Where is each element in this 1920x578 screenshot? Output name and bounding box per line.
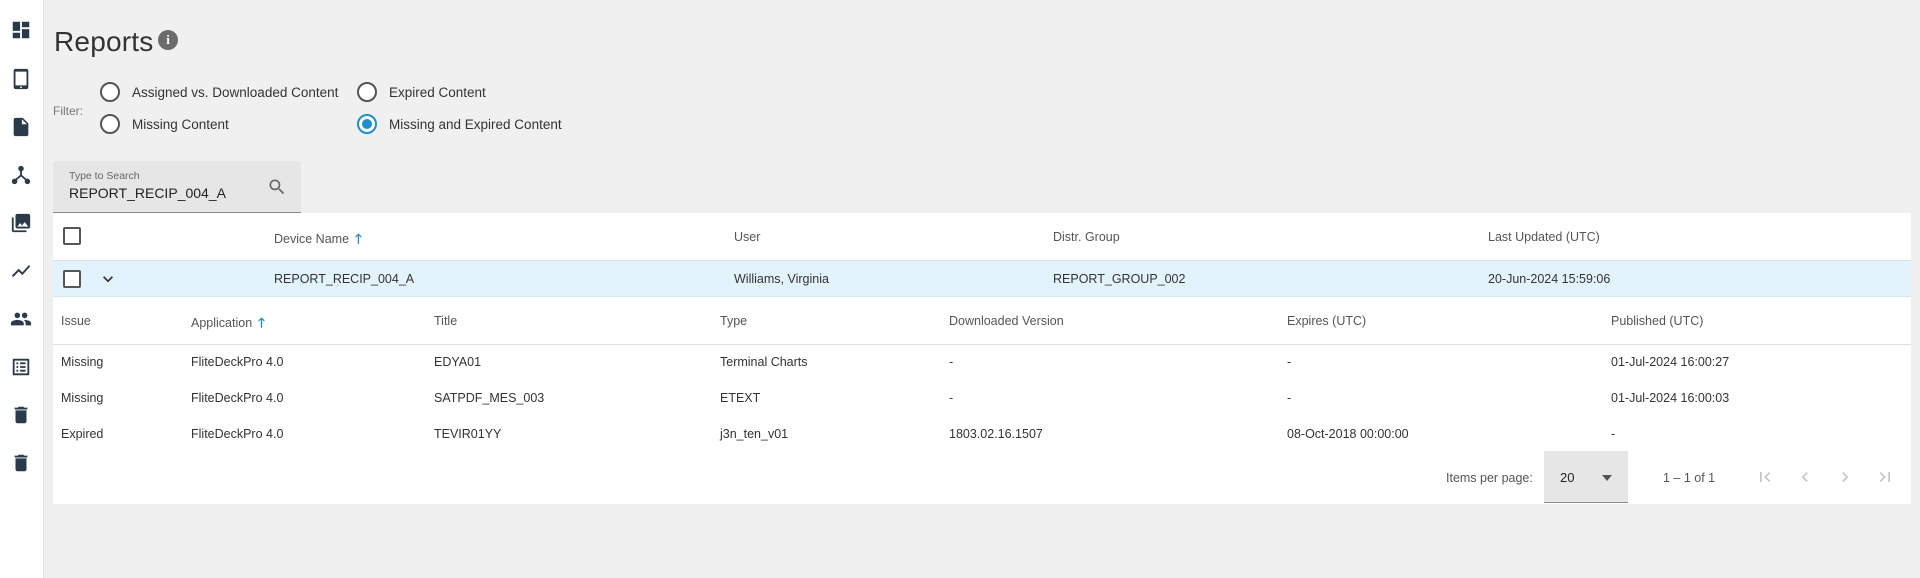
radio-circle[interactable] (357, 82, 377, 102)
first-page-icon[interactable] (1753, 465, 1777, 489)
next-page-icon[interactable] (1833, 465, 1857, 489)
items-per-page-label: Items per page: (1446, 471, 1533, 485)
trash-icon[interactable] (8, 450, 34, 476)
expires-cell: 08-Oct-2018 00:00:00 (1287, 427, 1409, 441)
filter-label: Filter: (53, 104, 83, 118)
detail-row: Expired FliteDeckPro 4.0 TEVIR01YY j3n_t… (53, 417, 1911, 453)
detail-row: Missing FliteDeckPro 4.0 SATPDF_MES_003 … (53, 381, 1911, 417)
photo-library-icon[interactable] (8, 210, 34, 236)
type-cell: j3n_ten_v01 (720, 427, 789, 441)
search-field[interactable]: Type to Search (53, 161, 301, 213)
expires-cell: - (1287, 391, 1292, 405)
filter-option-expired[interactable]: Expired Content (357, 82, 486, 102)
user-cell: Williams, Virginia (734, 272, 829, 286)
items-per-page-value: 20 (1560, 470, 1575, 485)
issue-cell: Missing (61, 391, 104, 405)
filter-option-assigned-vs-downloaded[interactable]: Assigned vs. Downloaded Content (100, 82, 338, 102)
tablet-icon[interactable] (8, 66, 34, 92)
column-header-label: Application (191, 316, 253, 330)
type-cell: ETEXT (720, 391, 761, 405)
radio-label: Missing and Expired Content (389, 116, 562, 132)
paginator: Items per page: 20 1 – 1 of 1 (53, 451, 1911, 504)
column-header-application[interactable]: Application 🡑 (191, 314, 265, 336)
type-cell: Terminal Charts (720, 355, 808, 369)
search-caption: Type to Search (69, 170, 140, 182)
column-header-published[interactable]: Published (UTC) (1611, 314, 1703, 328)
people-icon[interactable] (8, 306, 34, 332)
radio-circle[interactable] (100, 114, 120, 134)
published-cell: 01-Jul-2024 16:00:27 (1611, 355, 1730, 369)
device-name-cell: REPORT_RECIP_004_A (274, 272, 415, 286)
last-updated-cell: 20-Jun-2024 15:59:06 (1488, 272, 1611, 286)
report-table: Device Name 🡑 User Distr. Group Last Upda… (53, 213, 1911, 504)
application-cell: FliteDeckPro 4.0 (191, 355, 284, 369)
radio-circle[interactable] (100, 82, 120, 102)
page-range-label: 1 – 1 of 1 (1663, 471, 1716, 485)
column-header-last-updated[interactable]: Last Updated (UTC) (1488, 230, 1600, 244)
title-cell: SATPDF_MES_003 (434, 391, 545, 405)
dashboard-icon[interactable] (8, 17, 34, 43)
info-icon[interactable]: i (158, 30, 178, 50)
column-header-distr-group[interactable]: Distr. Group (1053, 230, 1120, 244)
issue-cell: Missing (61, 355, 104, 369)
radio-label: Missing Content (132, 116, 229, 132)
detail-header-row: Issue Application 🡑 Title Type Downloaded… (53, 297, 1911, 345)
sort-ascending-icon: 🡑 (258, 315, 265, 330)
select-all-checkbox[interactable] (63, 227, 81, 245)
application-cell: FliteDeckPro 4.0 (191, 391, 284, 405)
published-cell: 01-Jul-2024 16:00:03 (1611, 391, 1730, 405)
list-alt-icon[interactable] (8, 354, 34, 380)
title-cell: TEVIR01YY (434, 427, 502, 441)
table-header-row: Device Name 🡑 User Distr. Group Last Upda… (53, 213, 1911, 261)
radio-circle[interactable] (357, 114, 377, 134)
column-header-issue[interactable]: Issue (61, 314, 91, 328)
last-page-icon[interactable] (1873, 465, 1897, 489)
column-header-expires[interactable]: Expires (UTC) (1287, 314, 1366, 328)
column-header-type[interactable]: Type (720, 314, 747, 328)
downloaded-version-cell: - (949, 355, 954, 369)
trending-icon[interactable] (8, 258, 34, 284)
expires-cell: - (1287, 355, 1292, 369)
detail-row: Missing FliteDeckPro 4.0 EDYA01 Terminal… (53, 345, 1911, 381)
distr-group-cell: REPORT_GROUP_002 (1053, 272, 1186, 286)
nav-rail (0, 0, 44, 578)
filter-option-missing[interactable]: Missing Content (100, 114, 229, 134)
filter-option-missing-and-expired[interactable]: Missing and Expired Content (357, 114, 562, 134)
radio-label: Assigned vs. Downloaded Content (132, 84, 339, 100)
items-per-page-select[interactable]: 20 (1544, 451, 1628, 503)
downloaded-version-cell: 1803.02.16.1507 (949, 427, 1043, 441)
hierarchy-icon[interactable] (8, 162, 34, 188)
chevron-down-icon[interactable] (98, 269, 118, 289)
radio-label: Expired Content (389, 84, 486, 100)
downloaded-version-cell: - (949, 391, 954, 405)
title-cell: EDYA01 (434, 355, 482, 369)
trash-icon[interactable] (8, 402, 34, 428)
previous-page-icon[interactable] (1793, 465, 1817, 489)
sort-ascending-icon: 🡑 (355, 231, 362, 246)
column-header-user[interactable]: User (734, 230, 760, 244)
column-header-label: Device Name (274, 232, 350, 246)
column-header-title[interactable]: Title (434, 314, 457, 328)
issue-cell: Expired (61, 427, 104, 441)
published-cell: - (1611, 427, 1616, 441)
document-icon[interactable] (8, 114, 34, 140)
table-row[interactable]: REPORT_RECIP_004_A Williams, Virginia RE… (53, 261, 1911, 297)
column-header-downloaded-version[interactable]: Downloaded Version (949, 314, 1064, 328)
row-checkbox[interactable] (63, 270, 81, 288)
column-header-device-name[interactable]: Device Name 🡑 (274, 230, 362, 252)
search-icon[interactable] (267, 177, 287, 197)
dropdown-arrow-icon (1602, 475, 1612, 481)
page-title: Reports (54, 26, 154, 57)
search-input[interactable] (69, 185, 259, 201)
application-cell: FliteDeckPro 4.0 (191, 427, 284, 441)
